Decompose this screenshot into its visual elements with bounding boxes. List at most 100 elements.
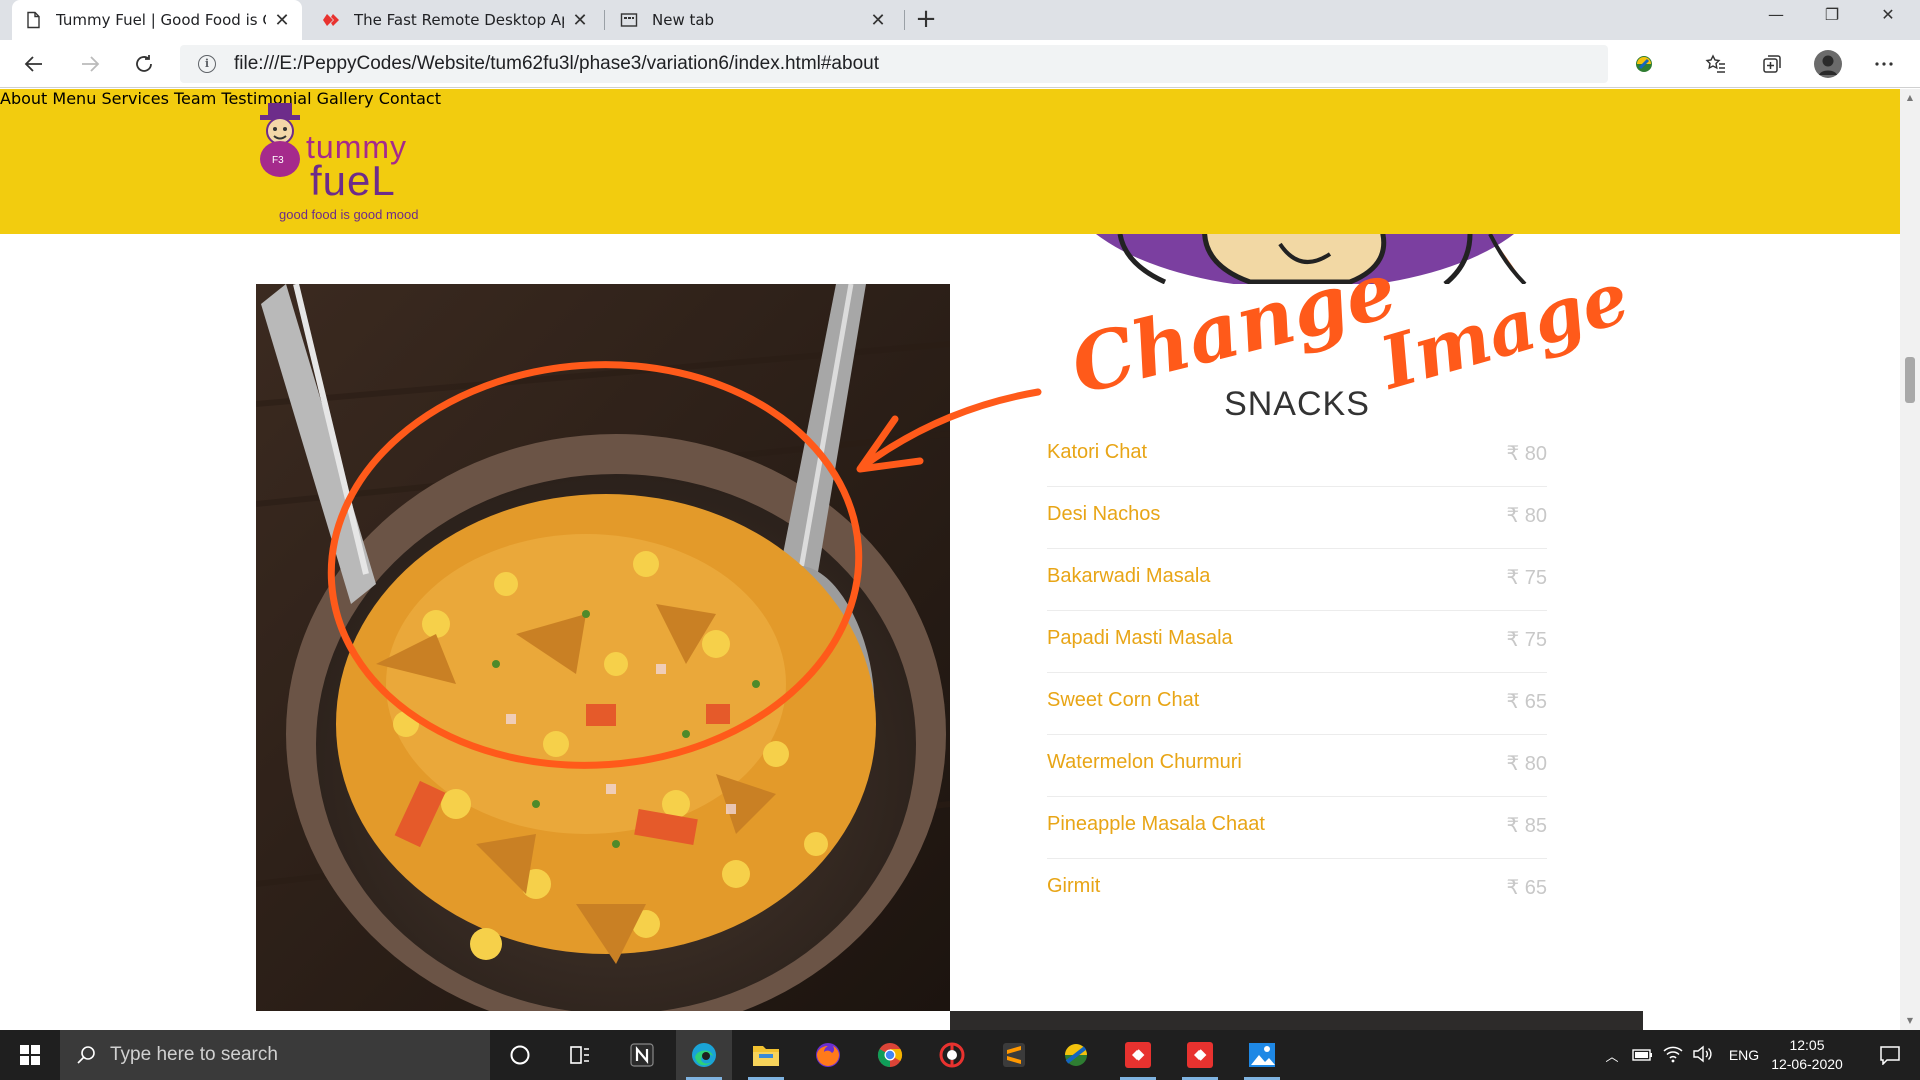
notifications-button[interactable]	[1862, 1030, 1918, 1080]
notion-icon	[630, 1043, 654, 1067]
mascot-logo-icon: F3	[260, 103, 300, 177]
taskbar-app-firefox[interactable]	[800, 1030, 856, 1080]
info-icon[interactable]: i	[198, 55, 216, 73]
volume-icon[interactable]	[1692, 1045, 1714, 1063]
firefox-icon	[816, 1043, 840, 1067]
taskbar-app-anydesk-2[interactable]	[1172, 1030, 1228, 1080]
menu-item-name: Desi Nachos	[1047, 503, 1161, 525]
menu-item-price: ₹ 85	[1506, 815, 1547, 837]
tab-remote-desktop[interactable]: The Fast Remote Desktop Applic ✕	[310, 0, 600, 40]
taskbar-search[interactable]: Type here to search	[60, 1030, 490, 1080]
close-tab-icon[interactable]: ✕	[274, 10, 290, 31]
wifi-icon[interactable]	[1662, 1045, 1684, 1063]
menu-item: Bakarwadi Masala ₹ 75	[1047, 549, 1547, 611]
taskbar-app-photo-editor[interactable]	[924, 1030, 980, 1080]
scroll-down-icon[interactable]: ▼	[1900, 1012, 1920, 1030]
menu-item: Watermelon Churmuri ₹ 80	[1047, 735, 1547, 797]
anydesk-icon	[1187, 1042, 1213, 1068]
next-section-strip	[950, 1011, 1643, 1030]
menu-item-price: ₹ 75	[1506, 567, 1547, 589]
taskbar-app-photos[interactable]	[1234, 1030, 1290, 1080]
close-tab-icon[interactable]: ✕	[572, 10, 588, 31]
refresh-button[interactable]	[128, 48, 160, 80]
nav-services[interactable]: Services	[101, 89, 168, 108]
taskbar-app-notion[interactable]	[614, 1030, 670, 1080]
menu-item-name: Watermelon Churmuri	[1047, 751, 1242, 773]
chrome-icon	[877, 1043, 903, 1067]
menu-item-price: ₹ 80	[1506, 753, 1547, 775]
logo-tagline: good food is good mood	[279, 207, 419, 222]
task-view-button[interactable]	[552, 1030, 608, 1080]
menu-item: Sweet Corn Chat ₹ 65	[1047, 673, 1547, 735]
nachos-bowl-image	[256, 284, 950, 1011]
browser-toolbar: i file:///E:/PeppyCodes/Website/tum62fu3…	[0, 40, 1920, 88]
nav-menu[interactable]: Menu	[52, 89, 96, 108]
menu-item-price: ₹ 65	[1506, 877, 1547, 899]
close-window-button[interactable]: ✕	[1860, 0, 1916, 32]
settings-menu-button[interactable]	[1868, 48, 1900, 80]
minimize-button[interactable]: —	[1748, 0, 1804, 32]
start-button[interactable]	[0, 1030, 60, 1080]
tab-tummy-fuel[interactable]: Tummy Fuel | Good Food is Goo ✕	[12, 0, 302, 40]
tummy-fuel-logo[interactable]: F3 tummy fueL good food is good mood	[254, 99, 454, 224]
edge-browser-icon	[692, 1043, 716, 1067]
avatar-icon	[1814, 50, 1842, 78]
taskbar-app-chrome[interactable]	[862, 1030, 918, 1080]
cortana-circle-icon	[510, 1045, 530, 1065]
taskbar-app-sublime-text[interactable]	[986, 1030, 1042, 1080]
menu-item-name: Bakarwadi Masala	[1047, 565, 1211, 587]
nav-team[interactable]: Team	[174, 89, 216, 108]
menu-item-name: Papadi Masti Masala	[1047, 627, 1233, 649]
page-icon	[27, 11, 40, 29]
anydesk-icon	[323, 14, 339, 26]
taskbar-app-file-explorer[interactable]	[738, 1030, 794, 1080]
globe-app-icon	[1065, 1044, 1087, 1066]
taskbar-app-anydesk-1[interactable]	[1110, 1030, 1166, 1080]
about-left-spacer	[256, 234, 950, 284]
task-view-icon	[570, 1046, 589, 1064]
scrollbar-thumb[interactable]	[1905, 357, 1915, 403]
maximize-button[interactable]: ❐	[1804, 0, 1860, 32]
browser-tab-bar: Tummy Fuel | Good Food is Goo ✕ The Fast…	[0, 0, 1920, 40]
extension-globe-icon	[1636, 56, 1652, 72]
clock-date: 12-06-2020	[1771, 1056, 1843, 1072]
page-scrollbar[interactable]: ▲ ▼	[1900, 89, 1920, 1030]
refresh-icon	[136, 55, 152, 72]
collections-button[interactable]	[1756, 48, 1788, 80]
red-app-icon	[939, 1042, 965, 1068]
action-center-icon	[1880, 1046, 1900, 1065]
close-tab-icon[interactable]: ✕	[870, 10, 886, 31]
battery-icon[interactable]	[1632, 1047, 1654, 1063]
profile-button[interactable]	[1812, 48, 1844, 80]
new-tab-page-icon	[620, 13, 638, 27]
menu-item-name: Pineapple Masala Chaat	[1047, 813, 1265, 835]
menu-item-name: Sweet Corn Chat	[1047, 689, 1200, 711]
search-placeholder: Type here to search	[110, 1044, 278, 1065]
more-dots-icon	[1875, 62, 1893, 66]
new-tab-button[interactable]: +	[910, 4, 942, 36]
taskbar-app-globe[interactable]	[1048, 1030, 1104, 1080]
cortana-button[interactable]	[492, 1030, 548, 1080]
show-hidden-icons-icon[interactable]: ︿	[1600, 1046, 1624, 1065]
taskbar-app-edge[interactable]	[676, 1030, 732, 1080]
menu-item: Pineapple Masala Chaat ₹ 85	[1047, 797, 1547, 859]
snacks-menu-list: Katori Chat ₹ 80 Desi Nachos ₹ 80 Bakarw…	[1047, 425, 1547, 921]
sublime-text-icon	[1003, 1043, 1025, 1067]
back-button[interactable]	[18, 48, 50, 80]
scroll-up-icon[interactable]: ▲	[1900, 89, 1920, 107]
nav-about[interactable]: About	[0, 89, 47, 108]
menu-item: Girmit ₹ 65	[1047, 859, 1547, 921]
menu-item-price: ₹ 80	[1506, 443, 1547, 465]
menu-item: Papadi Masti Masala ₹ 75	[1047, 611, 1547, 673]
folder-icon	[753, 1046, 779, 1066]
taskbar-clock[interactable]: 12:05 12-06-2020	[1762, 1036, 1852, 1074]
forward-button[interactable]	[74, 48, 106, 80]
extension-button[interactable]	[1628, 48, 1660, 80]
address-bar[interactable]: i file:///E:/PeppyCodes/Website/tum62fu3…	[180, 45, 1608, 83]
tab-title: New tab	[652, 11, 715, 29]
language-indicator[interactable]: ENG	[1724, 1047, 1764, 1063]
favorites-button[interactable]	[1700, 48, 1732, 80]
tab-new-tab[interactable]: New tab ✕	[608, 0, 898, 40]
menu-item-price: ₹ 65	[1506, 691, 1547, 713]
collections-icon	[1763, 55, 1781, 73]
